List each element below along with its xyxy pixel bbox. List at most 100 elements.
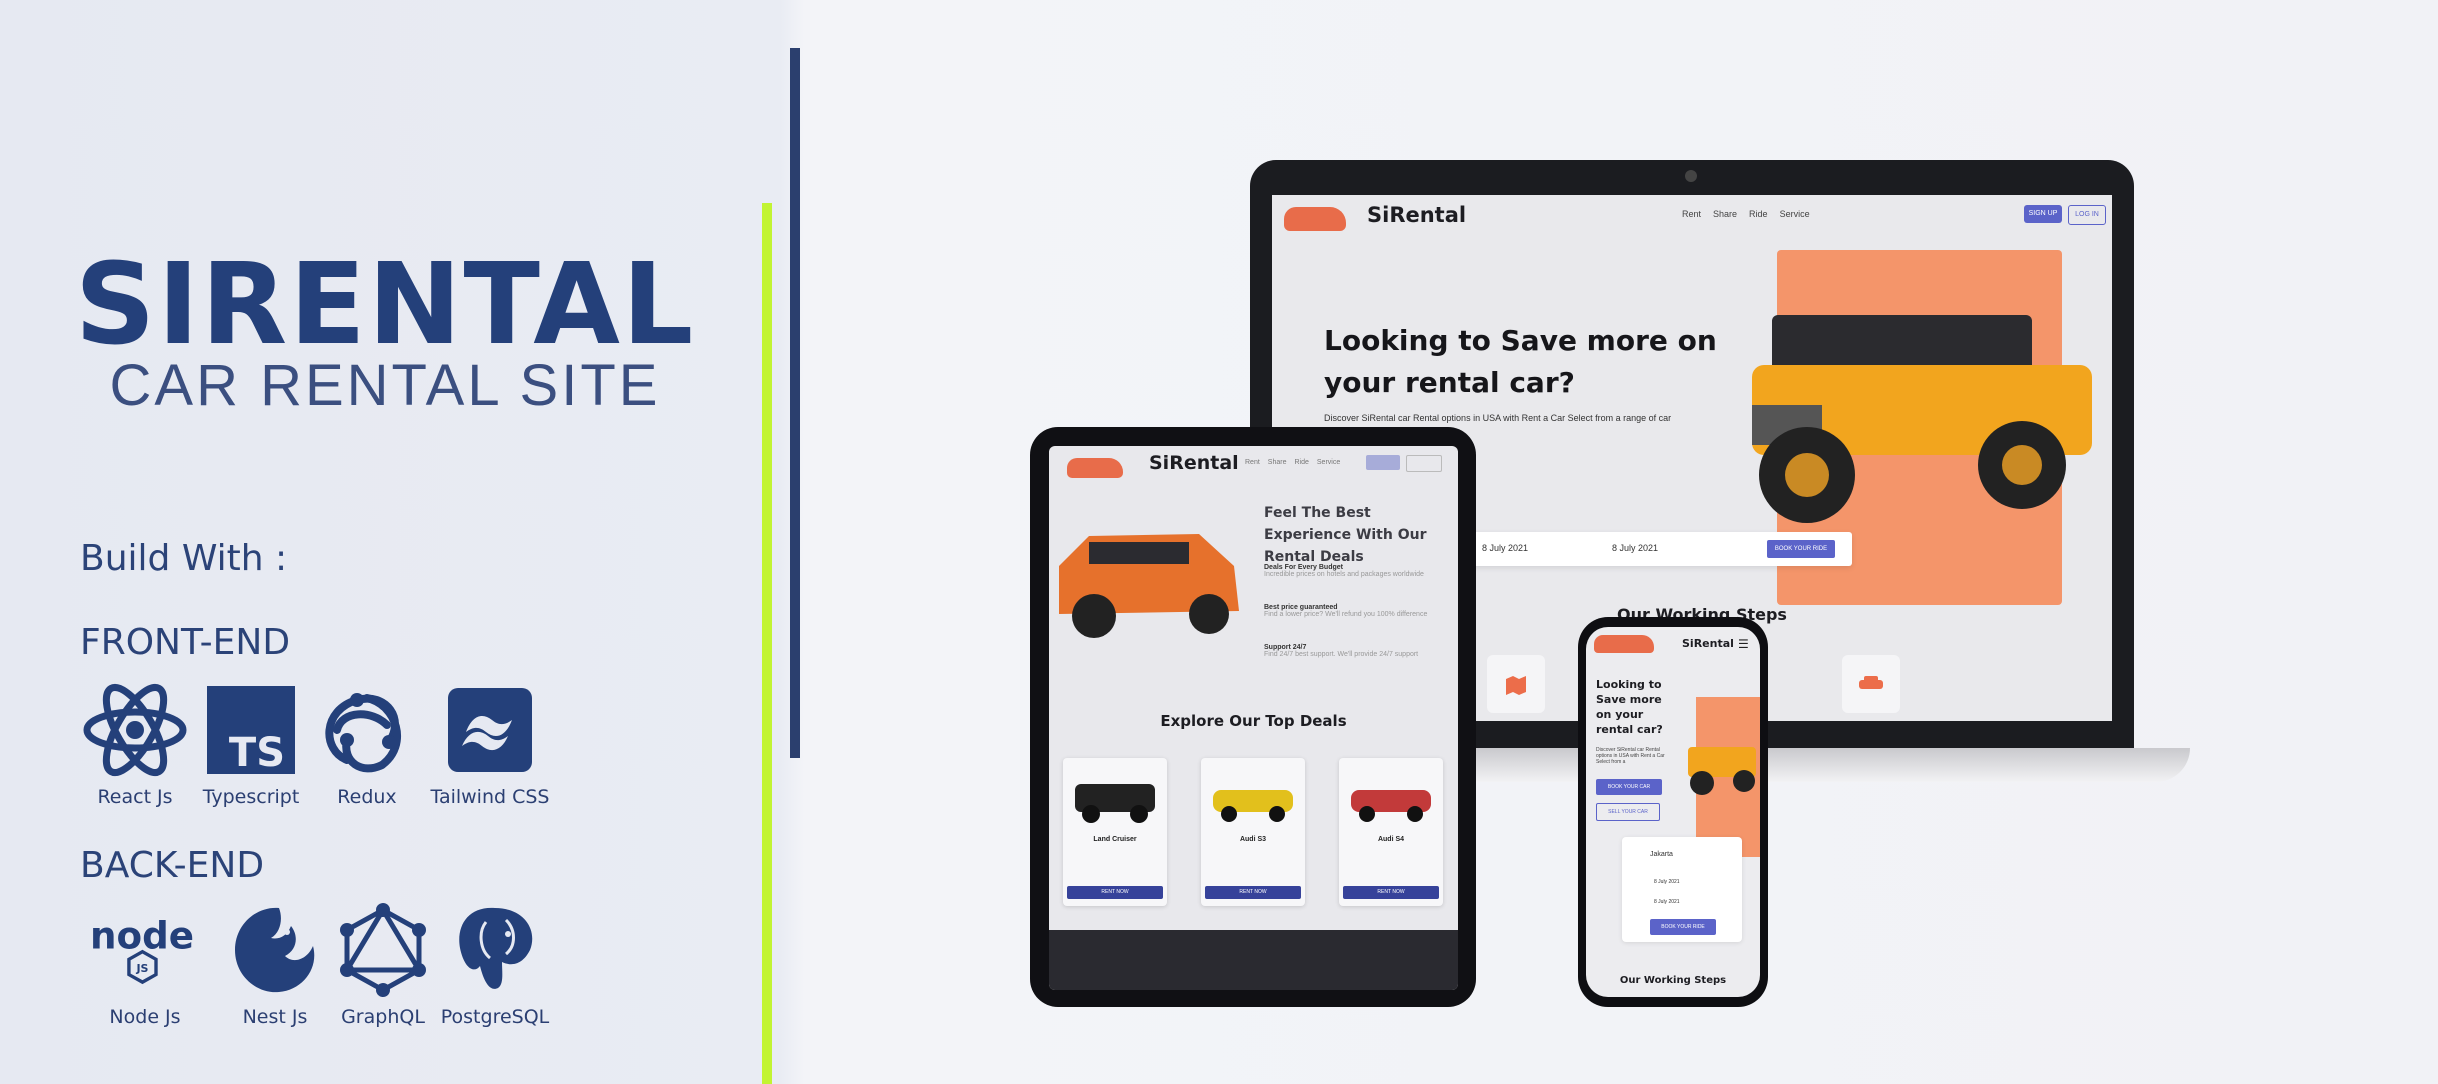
hero-text: Discover SiRental car Rental options in …	[1596, 747, 1665, 765]
location-select[interactable]: Jakarta	[1650, 851, 1673, 858]
feature-text: Find 24/7 best support. We'll provide 24…	[1264, 651, 1419, 658]
backend-heading: BACK-END	[80, 845, 265, 886]
nav-menu: Rent Share Ride Service	[1682, 209, 1810, 219]
tech-label: Typescript	[202, 786, 300, 808]
accent-bar-lime	[762, 203, 772, 1084]
date-field[interactable]: 8 July 2021	[1654, 879, 1680, 885]
car-icon	[1842, 655, 1900, 713]
book-car-button[interactable]: BOOK YOUR CAR	[1596, 779, 1662, 795]
postgresql-icon	[440, 900, 550, 1000]
nav-item[interactable]: Ride	[1749, 209, 1768, 219]
feature-item: Best price guaranteed Find a lower price…	[1264, 604, 1444, 618]
tech-label: GraphQL	[341, 1006, 425, 1028]
menu-icon[interactable]: ☰	[1738, 637, 1749, 651]
tablet-screen: SiRental Rent Share Ride Service Feel Th…	[1049, 446, 1458, 990]
tablet-bottom	[1049, 930, 1458, 990]
jeep-image	[1688, 747, 1756, 795]
book-ride-button[interactable]: BOOK YOUR RIDE	[1650, 919, 1716, 935]
date-field[interactable]: 8 July 2021	[1482, 543, 1528, 553]
brand-title: SIRENTAL	[74, 240, 696, 370]
booking-form: Jakarta 8 July 2021 8 July 2021 BOOK YOU…	[1622, 837, 1742, 942]
camera-icon	[1685, 170, 1697, 182]
car-logo-icon	[1594, 635, 1654, 653]
feature-title: Support 24/7	[1264, 644, 1307, 651]
nav-item[interactable]: Share	[1713, 209, 1737, 219]
car-name: Audi S4	[1377, 836, 1405, 843]
site-brand[interactable]: SiRental	[1367, 203, 1466, 227]
deals-title: Explore Our Top Deals	[1160, 712, 1347, 730]
redux-icon	[312, 680, 422, 780]
car-card: Land Cruiser RENT NOW	[1063, 758, 1167, 906]
tech-redux: Redux	[302, 680, 432, 808]
feature-item: Support 24/7 Find 24/7 best support. We'…	[1264, 644, 1444, 658]
tech-label: Redux	[337, 786, 397, 808]
nav-item[interactable]: Service	[1317, 459, 1340, 466]
sell-car-button[interactable]: SELL YOUR CAR	[1596, 803, 1660, 821]
nav-menu: Rent Share Ride Service	[1245, 459, 1340, 466]
graphql-icon	[328, 900, 438, 1000]
date-field[interactable]: 8 July 2021	[1654, 899, 1680, 905]
tech-postgres: PostgreSQL	[430, 900, 560, 1028]
rent-now-button[interactable]: RENT NOW	[1205, 886, 1301, 899]
rent-now-button[interactable]: RENT NOW	[1067, 886, 1163, 899]
signup-button[interactable]	[1366, 455, 1400, 470]
login-button[interactable]: LOG IN	[2068, 205, 2106, 225]
tablet-hero-title: Feel The Best Experience With Our Rental…	[1264, 505, 1427, 565]
brand-subtitle: CAR RENTAL SITE	[109, 353, 661, 418]
nodejs-icon: node JS	[90, 900, 200, 1000]
car-name: Audi S3	[1239, 836, 1267, 843]
tech-label: React Js	[97, 786, 173, 808]
car-image	[1351, 790, 1431, 822]
feature-title: Deals For Every Budget	[1264, 564, 1343, 571]
tech-label: Tailwind CSS	[430, 786, 550, 808]
signup-button[interactable]: SIGN UP	[2024, 205, 2062, 223]
tech-tailwind: Tailwind CSS	[425, 680, 555, 808]
hero-text: Discover SiRental car Rental options in …	[1324, 413, 1672, 423]
tech-typescript: TS Typescript	[186, 680, 316, 808]
tech-react: React Js	[70, 680, 200, 808]
range-rover-image	[1059, 534, 1239, 638]
feature-title: Best price guaranteed	[1264, 604, 1338, 611]
feature-text: Find a lower price? We'll refund you 100…	[1264, 611, 1428, 618]
book-ride-button[interactable]: BOOK YOUR RIDE	[1767, 540, 1835, 558]
map-icon	[1487, 655, 1545, 713]
site-brand[interactable]: SiRental	[1682, 637, 1734, 650]
car-name: Land Cruiser	[1093, 836, 1137, 843]
build-heading: Build With :	[80, 538, 288, 579]
nav-item[interactable]: Share	[1268, 459, 1287, 466]
phone-hero-title: Looking to Save more on your rental car?	[1596, 678, 1663, 736]
nav-item[interactable]: Service	[1780, 209, 1810, 219]
booking-bar: 8 July 2021 8 July 2021 BOOK YOUR RIDE	[1422, 532, 1852, 566]
car-card: Audi S4 RENT NOW	[1339, 758, 1443, 906]
tech-label: PostgreSQL	[440, 1006, 550, 1028]
accent-bar-navy	[790, 48, 800, 758]
car-card: Audi S3 RENT NOW	[1201, 758, 1305, 906]
feature-item: Deals For Every Budget Incredible prices…	[1264, 564, 1444, 578]
tailwind-icon	[435, 680, 545, 780]
nestjs-icon	[220, 900, 330, 1000]
nav-item[interactable]: Rent	[1682, 209, 1701, 219]
svg-text:TS: TS	[229, 730, 285, 774]
login-button[interactable]	[1406, 455, 1442, 472]
frontend-heading: FRONT-END	[80, 622, 291, 663]
svg-text:JS: JS	[135, 962, 148, 975]
car-logo-icon	[1067, 458, 1123, 478]
steps-title: Our Working Steps	[1619, 975, 1727, 986]
nav-item[interactable]: Ride	[1294, 459, 1308, 466]
nav-item[interactable]: Rent	[1245, 459, 1260, 466]
feature-text: Incredible prices on hotels and packages…	[1264, 571, 1424, 578]
car-image	[1075, 784, 1155, 823]
jeep-image	[1752, 315, 2092, 523]
tech-label: Node Js	[109, 1006, 181, 1028]
react-icon	[80, 680, 190, 780]
site-brand[interactable]: SiRental	[1149, 452, 1239, 474]
car-logo-icon	[1284, 207, 1346, 231]
date-field[interactable]: 8 July 2021	[1612, 543, 1658, 553]
tech-graphql: GraphQL	[318, 900, 448, 1028]
hero-title: Looking to Save more on your rental car?	[1324, 324, 1717, 399]
typescript-icon: TS	[196, 680, 306, 780]
tech-node: node JS Node Js	[80, 900, 210, 1028]
phone-screen: SiRental ☰ Looking to Save more on your …	[1586, 627, 1760, 997]
rent-now-button[interactable]: RENT NOW	[1343, 886, 1439, 899]
car-image	[1213, 790, 1293, 822]
